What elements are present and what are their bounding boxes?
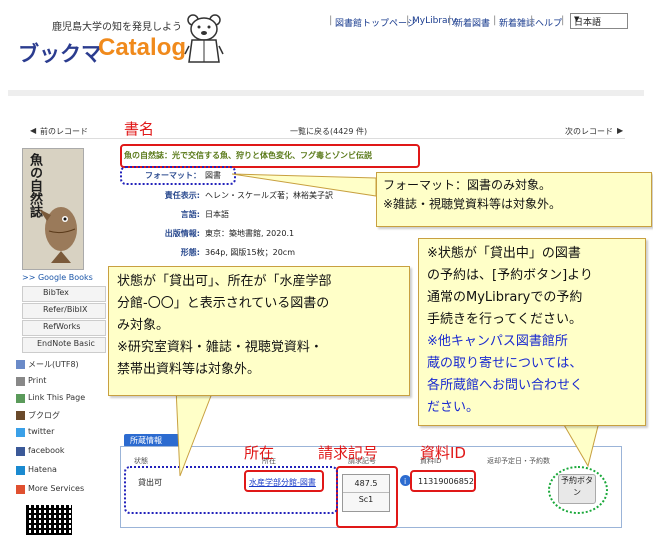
callout-line: 通常のMyLibraryでの予約 bbox=[427, 290, 583, 305]
callout-line: ※状態が「貸出中」の図書 bbox=[427, 246, 581, 261]
callout-line: ださい。 bbox=[427, 400, 480, 415]
callout-line: 手続きを行ってください。 bbox=[427, 312, 582, 327]
callout-line: 蔵の取り寄せについては、 bbox=[427, 356, 583, 371]
callout-line: 分館-〇〇」と表示されている図書の bbox=[117, 296, 330, 311]
callout-line: ※研究室資料・雑誌・視聴覚資料・ bbox=[117, 340, 323, 355]
reserve-callout: ※状態が「貸出中」の図書 の予約は、[予約ボタン]より 通常のMyLibrary… bbox=[418, 238, 646, 426]
callout-line: ※雑誌・視聴覚資料等は対象外。 bbox=[383, 197, 562, 211]
format-callout: フォーマット：図書のみ対象。 ※雑誌・視聴覚資料等は対象外。 bbox=[376, 172, 652, 227]
format-callout-pointer bbox=[231, 173, 377, 197]
status-callout-pointer bbox=[175, 387, 215, 477]
callout-line: 禁帯出資料等は対象外。 bbox=[117, 362, 261, 377]
status-callout: 状態が「貸出可」、所在が「水産学部 分館-〇〇」と表示されている図書の み対象。… bbox=[108, 266, 410, 396]
callout-line: フォーマット：図書のみ対象。 bbox=[383, 178, 552, 192]
callout-line: 状態が「貸出可」、所在が「水産学部 bbox=[117, 274, 332, 289]
callout-line: み対象。 bbox=[117, 318, 170, 333]
callout-line: の予約は、[予約ボタン]より bbox=[427, 268, 593, 283]
callout-line: 各所蔵館へお問い合わせく bbox=[427, 378, 584, 393]
callout-line: ※他キャンパス図書館所 bbox=[427, 334, 568, 349]
